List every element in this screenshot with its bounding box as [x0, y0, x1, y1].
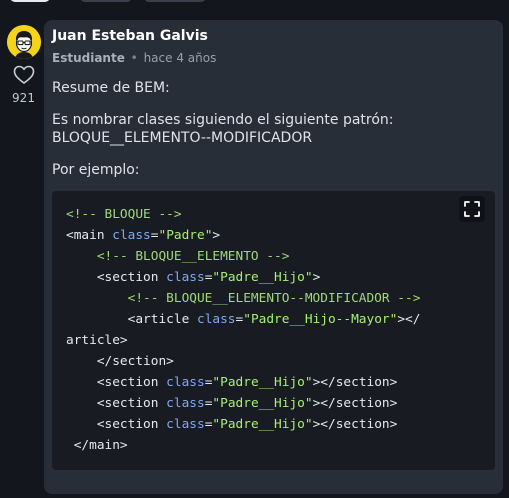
- code-text-token: >: [312, 270, 321, 285]
- avatar-illustration: [7, 25, 41, 59]
- code-text-token: <section: [66, 417, 167, 432]
- code-line: <section class="Padre__Hijo"></section>: [66, 417, 398, 432]
- code-attribute-token: class: [196, 312, 236, 327]
- code-line: <article class="Padre__Hijo--Mayor"></: [66, 312, 421, 327]
- code-comment-token: <!-- BLOQUE__ELEMENTO -->: [96, 249, 290, 264]
- meta-separator: •: [130, 51, 138, 65]
- comment-time: hace 4 años: [143, 51, 217, 65]
- code-text-token: </section>: [66, 354, 174, 369]
- code-line: <!-- BLOQUE -->: [66, 207, 182, 222]
- code-attribute-token: class: [166, 270, 205, 285]
- code-string-token: "Padre__Hijo--Mayor": [243, 312, 398, 327]
- previous-item-control[interactable]: [144, 0, 206, 2]
- code-comment-token: <!-- BLOQUE__ELEMENTO--MODIFICADOR -->: [127, 291, 421, 306]
- code-line: article>: [66, 333, 128, 348]
- heart-icon[interactable]: [13, 65, 35, 85]
- code-text-token: <section: [66, 396, 167, 411]
- code-line: <!-- BLOQUE__ELEMENTO--MODIFICADOR -->: [66, 291, 421, 306]
- code-attribute-token: class: [112, 228, 151, 243]
- code-line: <section class="Padre__Hijo">: [66, 270, 321, 285]
- code-text-token: ></section>: [312, 375, 398, 390]
- code-text-token: <section: [66, 375, 167, 390]
- comment-meta: Estudiante • hace 4 años: [52, 51, 216, 65]
- fullscreen-expand-icon: [464, 201, 480, 217]
- avatar[interactable]: [7, 25, 41, 59]
- code-attribute-token: class: [166, 396, 205, 411]
- code-text-token: <main: [66, 228, 113, 243]
- code-text-token: </main>: [66, 438, 128, 453]
- like-count: 921: [12, 91, 35, 105]
- code-string-token: "Padre__Hijo": [212, 270, 313, 285]
- comment-card: Juan Esteban Galvis Estudiante • hace 4 …: [44, 20, 503, 494]
- code-text-token: <section: [66, 270, 167, 285]
- comment-paragraph: Es nombrar clases siguiendo el siguiente…: [52, 112, 394, 128]
- code-comment-token: <!-- BLOQUE -->: [66, 207, 182, 222]
- previous-item-control[interactable]: [80, 0, 132, 2]
- author-role: Estudiante: [52, 51, 125, 65]
- code-string-token: "Padre": [158, 228, 213, 243]
- code-text-token: ></section>: [312, 396, 398, 411]
- expand-code-button[interactable]: [459, 196, 485, 222]
- code-line: </main>: [66, 438, 128, 453]
- code-string-token: "Padre__Hijo": [212, 417, 313, 432]
- code-line: <!-- BLOQUE__ELEMENTO -->: [66, 249, 290, 264]
- comment-paragraph: BLOQUE__ELEMENTO--MODIFICADOR: [52, 130, 313, 146]
- code-line: </section>: [66, 354, 174, 369]
- comment-paragraph: Resume de BEM:: [52, 80, 170, 96]
- code-text-token: article>: [66, 333, 128, 348]
- code-attribute-token: class: [166, 417, 205, 432]
- code-attribute-token: class: [166, 375, 205, 390]
- author-name[interactable]: Juan Esteban Galvis: [52, 28, 208, 44]
- code-content: <!-- BLOQUE --> <main class="Padre"> <!-…: [66, 204, 420, 456]
- code-block: <!-- BLOQUE --> <main class="Padre"> <!-…: [52, 191, 495, 470]
- code-text-token: >: [212, 228, 221, 243]
- code-line: <section class="Padre__Hijo"></section>: [66, 375, 398, 390]
- comment-paragraph: Por ejemplo:: [52, 162, 140, 178]
- code-line: <main class="Padre">: [66, 228, 220, 243]
- code-text-token: ></: [397, 312, 421, 327]
- code-text-token: ></section>: [312, 417, 398, 432]
- code-text-token: <article: [66, 312, 197, 327]
- previous-item-control[interactable]: [10, 0, 50, 2]
- code-string-token: "Padre__Hijo": [212, 396, 313, 411]
- code-string-token: "Padre__Hijo": [212, 375, 313, 390]
- code-line: <section class="Padre__Hijo"></section>: [66, 396, 398, 411]
- previous-item-controls: [0, 0, 509, 3]
